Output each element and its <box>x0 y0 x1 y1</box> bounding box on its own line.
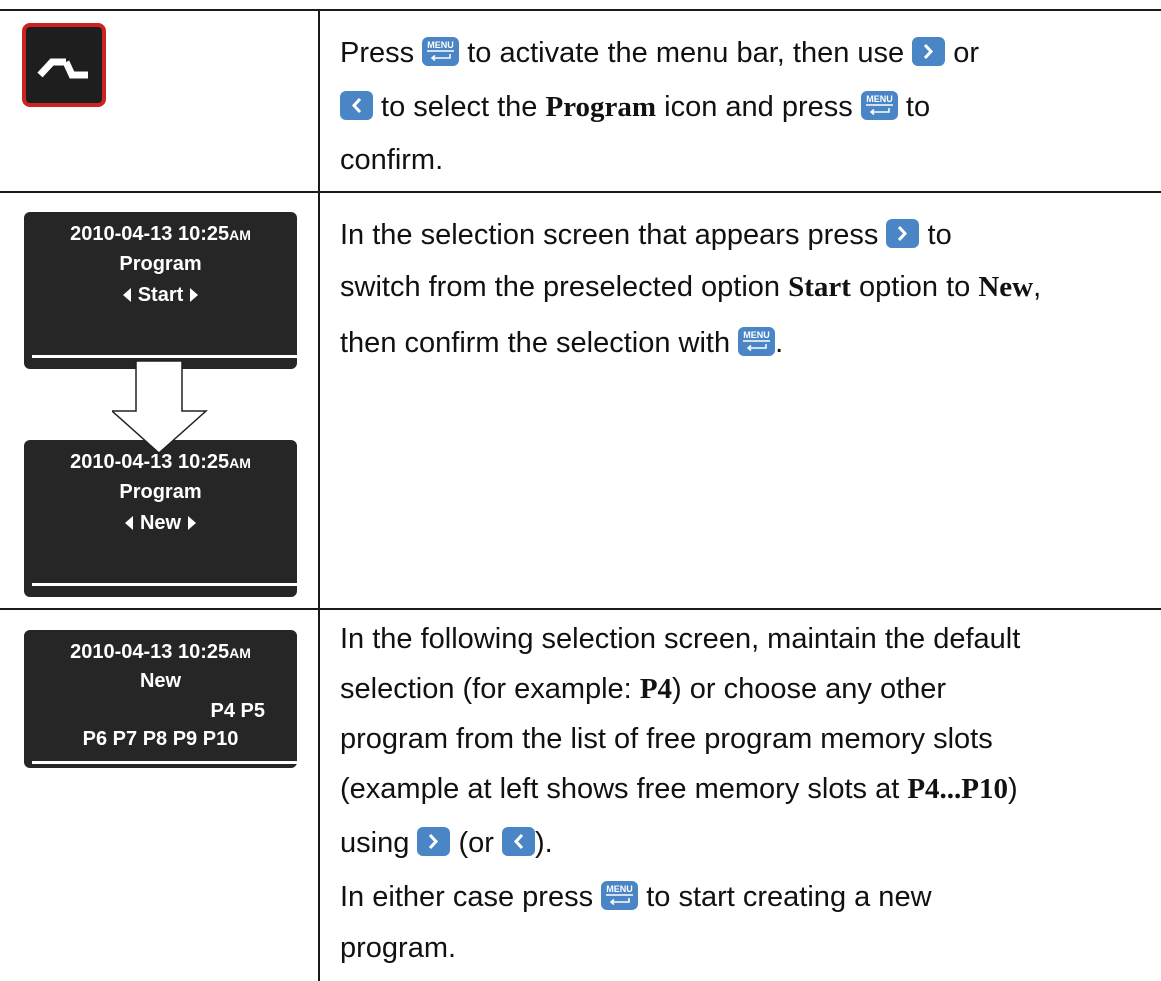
down-arrow-icon <box>112 360 208 455</box>
lcd-title: Program <box>119 253 202 275</box>
lcd-title: New <box>139 670 182 692</box>
lcd-screen-new: 2010-04-13 10:25AM Program New <box>24 440 297 597</box>
lcd-screen-start: 2010-04-13 10:25AM Program Start <box>24 212 297 369</box>
menu-enter-button-icon: MENU <box>422 36 460 66</box>
menu-label: MENU <box>427 40 454 50</box>
left-arrow-button-icon <box>340 90 373 120</box>
lcd-datetime: 2010-04-13 10:25AM <box>24 640 297 665</box>
text: ) <box>1008 773 1018 805</box>
right-triangle-icon <box>190 287 199 302</box>
text: program from the list of free program me… <box>340 723 993 755</box>
option-text: Start <box>137 284 184 306</box>
menu-enter-button-icon: MENU <box>601 880 639 910</box>
menu-enter-button-icon: MENU <box>738 326 776 356</box>
left-triangle-icon <box>124 515 133 530</box>
bold-text: Start <box>788 271 851 303</box>
menu-label: MENU <box>866 94 893 104</box>
text: to <box>897 91 931 123</box>
lcd-datetime: 2010-04-13 10:25AM <box>24 222 297 247</box>
text: then confirm the selection with <box>340 327 739 359</box>
row3-line5: using (or ). <box>340 818 553 868</box>
text: (example at left shows free memory slots… <box>340 773 908 805</box>
lcd-slots-line1: P4 P5 <box>210 700 265 722</box>
row3-line4: (example at left shows free memory slots… <box>340 764 1018 814</box>
row-divider-1 <box>0 191 1161 193</box>
right-arrow-button-icon <box>417 826 451 856</box>
text: to start creating a new <box>638 881 932 913</box>
left-triangle-icon <box>122 287 131 302</box>
text: to select the <box>373 91 546 123</box>
row3-line2: selection (for example: P4) or choose an… <box>340 664 946 714</box>
lcd-underline <box>32 583 297 586</box>
text: selection (for example: <box>340 673 640 705</box>
text: to activate the menu bar, then use <box>459 37 913 69</box>
lcd-title: Program <box>119 481 202 503</box>
row3-line1: In the following selection screen, maint… <box>340 614 1020 664</box>
text: In the following selection screen, maint… <box>340 623 1021 655</box>
bold-text: P4 <box>639 673 673 705</box>
text: ). <box>534 827 553 859</box>
lcd-option: New <box>24 511 297 535</box>
text: to <box>919 219 952 251</box>
row-divider-2 <box>0 608 1161 610</box>
ampm-text: AM <box>229 227 251 243</box>
right-arrow-button-icon <box>912 36 946 66</box>
text: or <box>945 37 980 69</box>
lcd-underline <box>32 761 297 764</box>
lcd-slots-line2: P6 P7 P8 P9 P10 <box>82 728 239 750</box>
text: In the selection screen that appears pre… <box>340 219 887 251</box>
table-top-border <box>0 9 1161 11</box>
bold-text: P4...P10 <box>907 773 1008 805</box>
menu-label: MENU <box>743 330 770 340</box>
row1-line2: to select the Program icon and press MEN… <box>340 82 930 132</box>
text: using <box>340 827 418 859</box>
program-icon <box>22 23 106 107</box>
bold-text: Program <box>545 91 657 123</box>
ampm-text: AM <box>229 455 251 471</box>
lcd-screen-program-slots: 2010-04-13 10:25AM New P4 P5 P6 P7 P8 P9… <box>24 630 297 768</box>
datetime-text: 2010-04-13 10:25 <box>70 641 230 663</box>
text: , <box>1033 271 1042 303</box>
left-arrow-button-icon <box>501 826 535 856</box>
row1-line1: Press MENU to activate the menu bar, the… <box>340 28 979 78</box>
row3-line7: program. <box>340 923 456 973</box>
text: program. <box>340 932 457 964</box>
text: Press <box>340 37 423 69</box>
row2-line2: switch from the preselected option Start… <box>340 262 1041 312</box>
text: icon and press <box>656 91 861 123</box>
text: (or <box>450 827 502 859</box>
datetime-text: 2010-04-13 10:25 <box>70 223 230 245</box>
text: In either case press <box>340 881 602 913</box>
text: switch from the preselected option <box>340 271 789 303</box>
row2-line1: In the selection screen that appears pre… <box>340 210 952 260</box>
lcd-option: Start <box>24 283 297 307</box>
ampm-text: AM <box>229 645 251 661</box>
text: . <box>775 327 784 359</box>
right-arrow-button-icon <box>886 218 920 248</box>
row1-line3: confirm. <box>340 135 443 185</box>
option-text: New <box>139 512 182 534</box>
row3-line3: program from the list of free program me… <box>340 714 993 764</box>
text: option to <box>850 271 979 303</box>
table-column-divider <box>318 9 320 981</box>
row2-line3: then confirm the selection with MENU. <box>340 318 783 368</box>
menu-label: MENU <box>606 884 633 894</box>
menu-enter-button-icon: MENU <box>860 90 898 120</box>
lcd-underline <box>32 355 297 358</box>
text: ) or choose any other <box>672 673 947 705</box>
bold-text: New <box>978 271 1034 303</box>
row3-line6: In either case press MENU to start creat… <box>340 872 932 922</box>
text: confirm. <box>340 144 444 176</box>
right-triangle-icon <box>188 515 197 530</box>
